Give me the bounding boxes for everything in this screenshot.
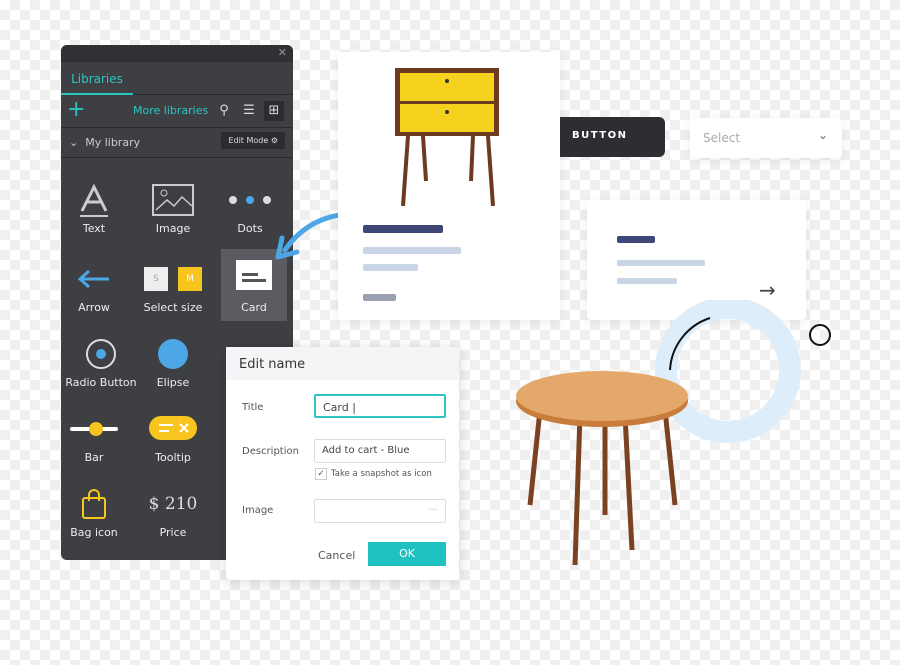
title-label: Title bbox=[242, 402, 264, 413]
select-dropdown[interactable]: Select ⌄ bbox=[690, 118, 842, 158]
section-label: My library bbox=[85, 136, 141, 149]
item-label: Bag icon bbox=[70, 526, 118, 539]
table-image bbox=[516, 371, 688, 566]
edit-name-dialog: Edit name Title Card | Description Add t… bbox=[226, 347, 459, 580]
nightstand-image bbox=[395, 68, 499, 207]
library-item-bar[interactable]: Bar bbox=[61, 407, 127, 479]
item-label: Arrow bbox=[78, 301, 110, 314]
ellipse-icon bbox=[140, 332, 206, 376]
size-select-icon: SM bbox=[140, 257, 206, 301]
grid-view-icon[interactable]: ⊞ bbox=[264, 101, 284, 121]
more-libraries-link[interactable]: More libraries bbox=[133, 104, 208, 117]
item-label: Text bbox=[82, 222, 106, 235]
item-label: Bar bbox=[84, 451, 104, 464]
close-icon[interactable]: ✕ bbox=[278, 46, 287, 59]
cancel-button[interactable]: Cancel bbox=[318, 549, 355, 562]
search-icon[interactable]: ⚲ bbox=[214, 101, 234, 121]
edit-mode-button[interactable]: Edit Mode ⚙ bbox=[221, 132, 285, 149]
library-item-text[interactable]: Text bbox=[61, 178, 127, 250]
add-icon[interactable]: + bbox=[67, 97, 85, 122]
library-item-price[interactable]: $ 210 Price bbox=[140, 482, 206, 554]
library-item-bag-icon[interactable]: Bag icon bbox=[61, 482, 127, 554]
description-input[interactable]: Add to cart - Blue bbox=[314, 439, 446, 463]
library-item-elipse[interactable]: Elipse bbox=[140, 332, 206, 404]
ok-button[interactable]: OK bbox=[368, 542, 446, 566]
item-label: Select size bbox=[143, 301, 203, 314]
chevron-down-icon: ⌄ bbox=[817, 128, 828, 142]
text-icon bbox=[61, 178, 127, 222]
item-label: Elipse bbox=[156, 376, 190, 389]
library-item-tooltip[interactable]: Tooltip bbox=[140, 407, 206, 479]
my-library-toggle[interactable]: ⌄ My library bbox=[69, 136, 140, 149]
price-icon: $ 210 bbox=[148, 494, 198, 514]
slider-icon bbox=[61, 407, 127, 451]
title-input[interactable]: Card | bbox=[314, 394, 446, 418]
arrow-right-icon[interactable]: → bbox=[759, 278, 776, 302]
snapshot-label: Take a snapshot as icon bbox=[331, 469, 432, 479]
list-view-icon[interactable]: ☰ bbox=[239, 101, 259, 121]
tab-libraries[interactable]: Libraries bbox=[61, 62, 133, 95]
arrow-left-icon bbox=[61, 257, 127, 301]
bag-icon bbox=[61, 482, 127, 526]
item-label: Radio Button bbox=[65, 376, 137, 389]
library-item-radio-button[interactable]: Radio Button bbox=[61, 332, 141, 404]
snapshot-checkbox[interactable]: ✓ bbox=[315, 468, 327, 480]
tooltip-icon bbox=[140, 407, 206, 451]
library-item-arrow[interactable]: Arrow bbox=[61, 257, 127, 329]
library-item-image[interactable]: Image bbox=[140, 178, 206, 250]
dialog-title: Edit name bbox=[226, 347, 459, 380]
chevron-down-icon: ⌄ bbox=[69, 136, 79, 149]
product-card[interactable] bbox=[338, 52, 560, 320]
item-label: Tooltip bbox=[155, 451, 191, 464]
radio-icon bbox=[61, 332, 141, 376]
description-label: Description bbox=[242, 446, 299, 457]
sample-button[interactable]: BUTTON bbox=[560, 117, 665, 157]
library-item-select-size[interactable]: S M Select size bbox=[140, 257, 206, 329]
item-label: Image bbox=[155, 222, 191, 235]
image-icon bbox=[140, 178, 206, 222]
more-icon[interactable]: ··· bbox=[428, 505, 438, 516]
image-label: Image bbox=[242, 505, 274, 516]
gear-icon: ⚙ bbox=[270, 136, 278, 145]
item-label: Card bbox=[241, 301, 267, 314]
select-placeholder: Select bbox=[703, 131, 741, 145]
image-input[interactable]: ··· bbox=[314, 499, 446, 523]
item-label: Price bbox=[159, 526, 187, 539]
